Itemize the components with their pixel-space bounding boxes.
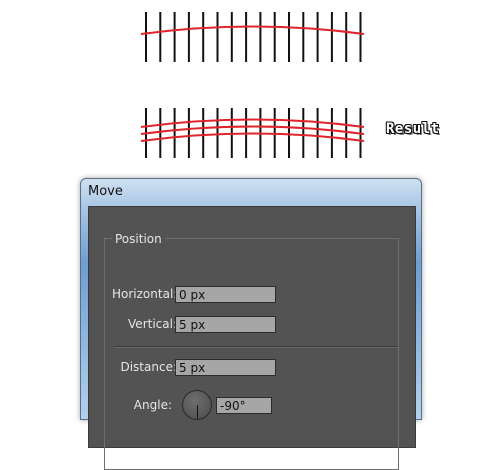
dialog-client-area: Position Horizontal: 0 px Vertical: 5 px…: [88, 206, 416, 470]
dialog-title: Move: [88, 184, 123, 199]
horizontal-label: Horizontal:: [112, 287, 178, 301]
tick-marks-top: [145, 12, 362, 62]
angle-dial-needle: [197, 405, 198, 419]
distance-label: Distance:: [120, 360, 177, 374]
horizontal-input[interactable]: 0 px: [175, 286, 276, 303]
vertical-input[interactable]: 5 px: [175, 316, 276, 333]
curve-illustration: [140, 12, 365, 158]
dialog-titlebar[interactable]: Move: [81, 179, 421, 203]
angle-dial[interactable]: [182, 390, 212, 420]
result-label: Result: [386, 121, 440, 137]
angle-label: Angle:: [133, 398, 172, 412]
position-group: [104, 238, 399, 470]
move-dialog: Move Position Horizontal: 0 px Vertical:…: [80, 178, 422, 470]
distance-input[interactable]: 5 px: [175, 359, 276, 376]
section-separator: [115, 346, 398, 348]
vertical-label: Vertical:: [128, 317, 177, 331]
position-group-label: Position: [112, 232, 165, 246]
